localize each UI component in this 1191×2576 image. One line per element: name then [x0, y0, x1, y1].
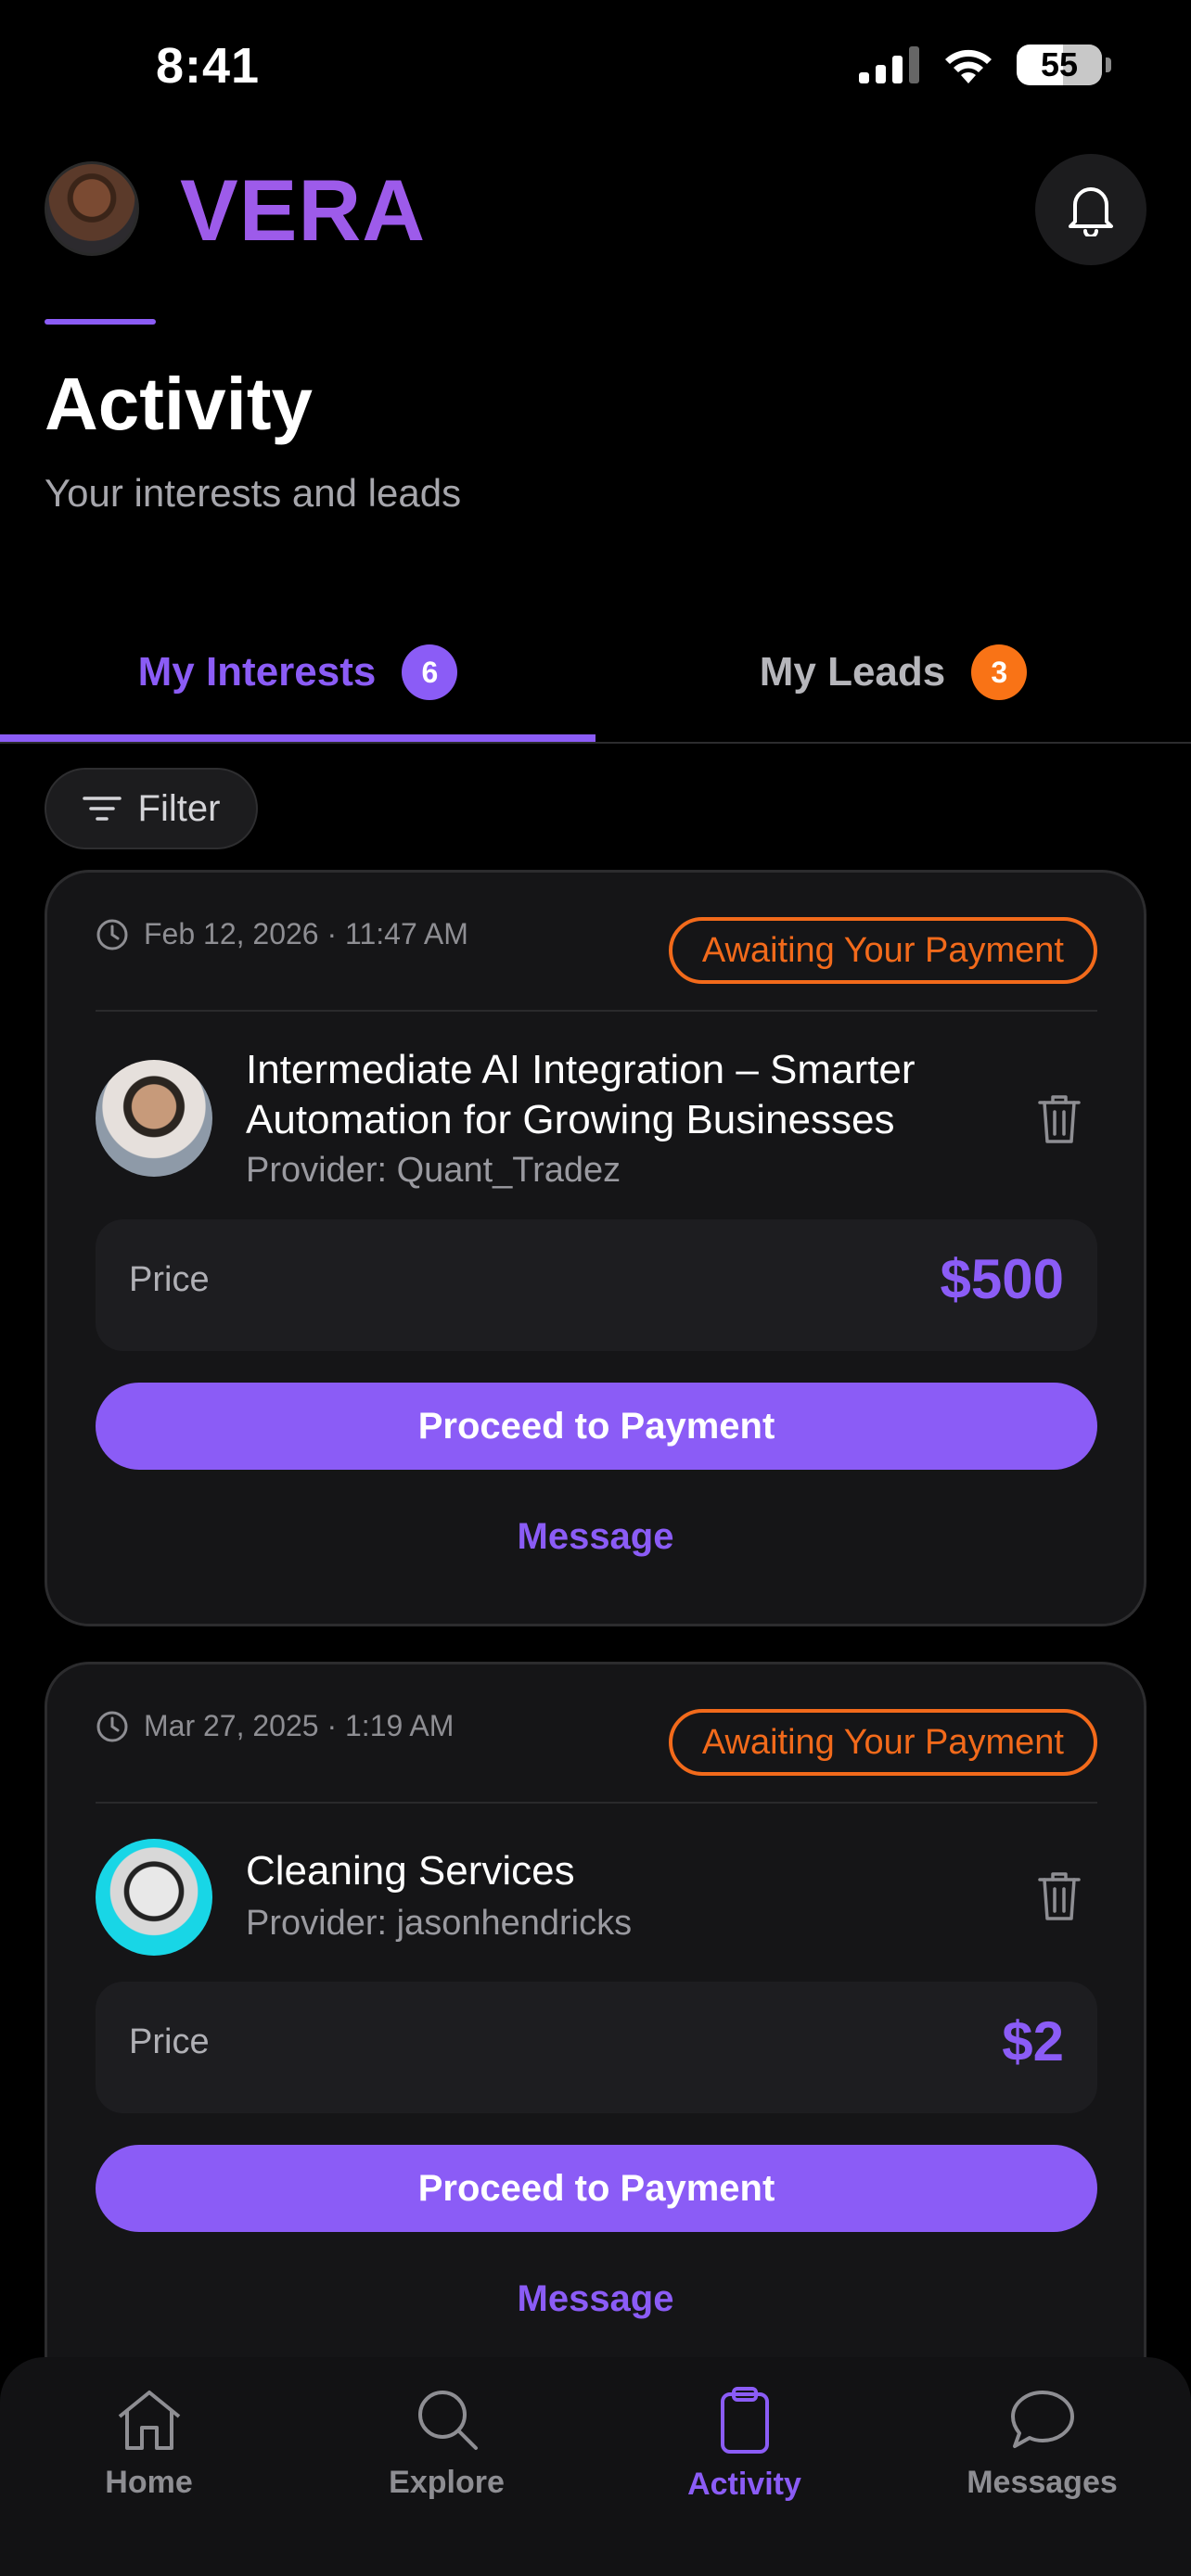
page-title: Activity [45, 363, 313, 445]
battery-indicator: 55 [1017, 45, 1111, 85]
provider-avatar [96, 1060, 212, 1177]
tabbar-label: Activity [687, 2467, 801, 2502]
tab-my-interests[interactable]: My Interests 6 [0, 603, 596, 742]
title-accent-line [45, 319, 156, 325]
message-link[interactable]: Message [47, 2278, 1144, 2320]
tab-label: My Interests [137, 649, 377, 695]
item-provider: Provider: jasonhendricks [246, 1904, 633, 1943]
card-divider [96, 1802, 1097, 1804]
filter-label: Filter [137, 787, 221, 829]
status-time: 8:41 [156, 38, 261, 94]
clock-icon [96, 1711, 128, 1741]
tabbar-label: Home [105, 2465, 193, 2500]
bell-icon [1069, 187, 1113, 236]
card-datetime: Feb 12, 2026 · 11:47 AM [96, 917, 468, 951]
chat-bubble-icon [1010, 2391, 1074, 2448]
tabbar-item-activity[interactable]: Activity [596, 2387, 893, 2503]
interest-card: Feb 12, 2026 · 11:47 AM Awaiting Your Pa… [45, 870, 1146, 1626]
datetime-text: Feb 12, 2026 · 11:47 AM [144, 917, 468, 950]
price-value: $2 [1002, 2010, 1064, 2072]
status-badge: Awaiting Your Payment [668, 917, 1097, 984]
tab-my-leads[interactable]: My Leads 3 [596, 603, 1191, 742]
count-badge: 3 [971, 644, 1028, 700]
user-avatar[interactable] [45, 161, 139, 256]
cellular-signal-icon [859, 46, 919, 83]
card-datetime: Mar 27, 2025 · 1:19 AM [96, 1709, 454, 1743]
proceed-to-payment-button[interactable]: Proceed to Payment [96, 1383, 1097, 1470]
card-divider [96, 1010, 1097, 1012]
tabbar-label: Messages [967, 2465, 1118, 2500]
status-bar: 8:41 55 [0, 0, 1191, 139]
filter-button[interactable]: Filter [45, 768, 258, 849]
message-link[interactable]: Message [47, 1516, 1144, 1558]
price-value: $500 [940, 1248, 1064, 1310]
wifi-icon [945, 49, 992, 83]
brand-logo: VERA [180, 161, 427, 259]
price-label: Price [129, 2022, 210, 2061]
page-subtitle: Your interests and leads [45, 471, 462, 515]
segment-tabs: My Interests 6 My Leads 3 [0, 603, 1191, 744]
delete-button[interactable] [1036, 1868, 1082, 1922]
filter-icon [82, 797, 122, 821]
interest-card: Mar 27, 2025 · 1:19 AM Awaiting Your Pay… [45, 1662, 1146, 2404]
bottom-tab-bar: Home Explore Activity Messages [0, 2357, 1191, 2576]
delete-button[interactable] [1036, 1091, 1082, 1145]
item-provider: Provider: Quant_Tradez [246, 1151, 621, 1190]
count-badge: 6 [402, 644, 458, 700]
tab-label: My Leads [759, 649, 946, 695]
price-box: Price $2 [96, 1982, 1097, 2113]
search-icon [417, 2391, 478, 2450]
datetime-text: Mar 27, 2025 · 1:19 AM [144, 1709, 455, 1742]
tabbar-item-home[interactable]: Home [0, 2387, 298, 2501]
price-box: Price $500 [96, 1219, 1097, 1351]
trash-icon [1038, 1095, 1081, 1143]
proceed-to-payment-button[interactable]: Proceed to Payment [96, 2145, 1097, 2232]
tabbar-item-messages[interactable]: Messages [893, 2387, 1191, 2501]
provider-avatar [96, 1839, 212, 1956]
trash-icon [1038, 1872, 1081, 1920]
tabbar-label: Explore [389, 2465, 505, 2500]
home-icon [118, 2391, 180, 2450]
active-tab-indicator [0, 734, 596, 742]
item-title: Cleaning Services [246, 1848, 575, 1894]
price-label: Price [129, 1260, 210, 1299]
tabbar-item-explore[interactable]: Explore [298, 2387, 596, 2501]
battery-level: 55 [1040, 45, 1079, 83]
notifications-button[interactable] [1035, 154, 1146, 265]
clock-icon [96, 919, 128, 950]
app-header: VERA [45, 154, 1146, 265]
status-badge: Awaiting Your Payment [668, 1709, 1097, 1776]
clipboard-icon [720, 2387, 769, 2454]
item-title: Intermediate AI Integration – Smarter Au… [246, 1047, 916, 1142]
status-icons: 55 [859, 45, 1111, 85]
